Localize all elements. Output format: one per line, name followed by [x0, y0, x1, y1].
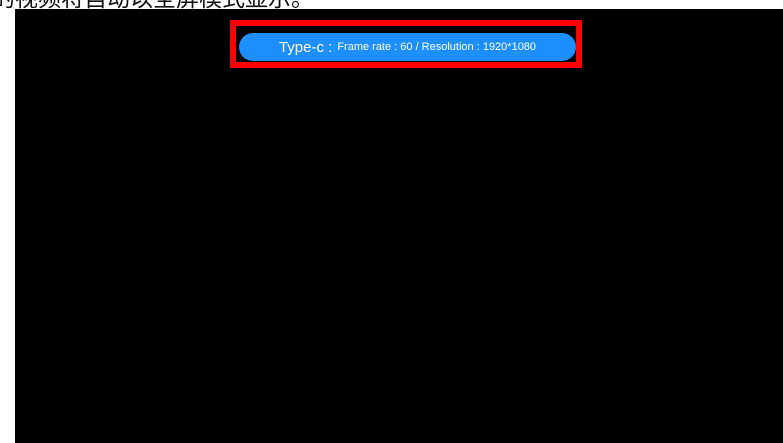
page: 的视频将自动以全屏模式显示。 Type-c : Frame rate : 60 …	[0, 0, 783, 443]
status-pill: Type-c : Frame rate : 60 / Resolution : …	[239, 33, 576, 61]
video-screen: Type-c : Frame rate : 60 / Resolution : …	[15, 9, 783, 443]
source-label: Type-c :	[278, 38, 333, 56]
resolution-details: Frame rate : 60 / Resolution : 1920*1080	[337, 41, 537, 53]
